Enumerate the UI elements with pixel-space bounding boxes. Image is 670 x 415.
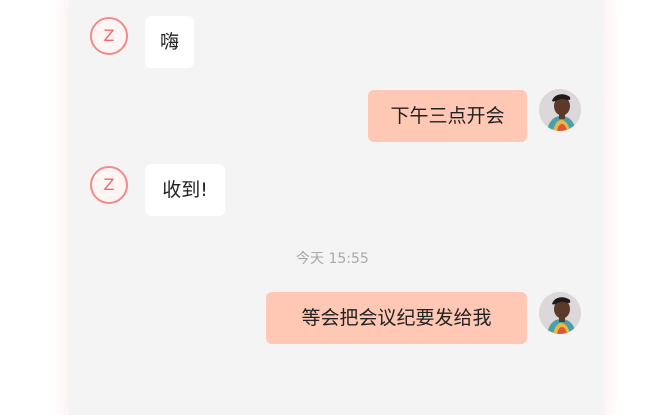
- chat-window: Z 嗨 下午三点开会 Z 收到! 今天 15:55 等会把会议纪要发给我: [0, 0, 670, 415]
- avatar[interactable]: Z: [90, 166, 128, 204]
- avatar[interactable]: [539, 292, 581, 334]
- avatar[interactable]: [539, 89, 581, 131]
- avatar[interactable]: Z: [90, 17, 128, 55]
- outgoing-message-bubble[interactable]: 下午三点开会: [368, 90, 527, 142]
- incoming-message-bubble[interactable]: 收到!: [145, 164, 225, 216]
- message-timestamp: 今天 15:55: [296, 251, 369, 267]
- incoming-message-bubble[interactable]: 嗨: [145, 16, 194, 68]
- user-photo-icon: [539, 89, 581, 131]
- outgoing-message-bubble[interactable]: 等会把会议纪要发给我: [266, 292, 527, 344]
- user-photo-icon: [539, 292, 581, 334]
